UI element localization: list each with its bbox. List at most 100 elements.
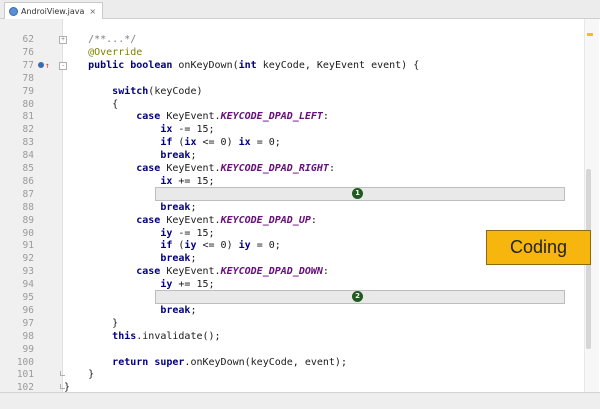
code-token: this [112,330,137,342]
code-line[interactable]: 80 { [0,98,584,111]
override-icon[interactable] [38,61,44,68]
code-token: ; [190,304,197,316]
code-token: .onKeyDown(keyCode, event); [184,356,347,368]
code-line[interactable]: 99 [0,343,584,356]
code-line[interactable]: 81 case KeyEvent.KEYCODE_DPAD_LEFT: [0,110,584,123]
code-token: ix [160,124,173,136]
code-line[interactable]: 88 break; [0,201,584,214]
line-number: 82 [22,124,34,136]
code-text: if (iy <= 0) iy = 0; [64,239,281,252]
code-token: : [322,266,329,278]
line-number: 85 [22,163,34,174]
code-line[interactable]: 83 if (ix <= 0) ix = 0; [0,136,584,149]
line-number: 89 [22,214,34,226]
code-token: ix [160,175,173,187]
code-token: KeyEvent. [160,266,221,278]
code-token: @Override [88,46,143,58]
line-number: 83 [22,137,34,149]
code-line[interactable]: 76 @Override [0,46,584,59]
code-line[interactable]: 98 this.invalidate(); [0,330,584,343]
code-token: break [160,201,191,213]
code-line[interactable]: 86 ix += 15; [0,175,584,188]
code-token: break [160,304,191,316]
code-line[interactable]: 89 case KeyEvent.KEYCODE_DPAD_UP: [0,214,584,227]
code-token: += 15; [172,279,215,291]
code-token: onKeyDown( [172,59,239,71]
code-line[interactable]: 93 case KeyEvent.KEYCODE_DPAD_DOWN: [0,265,584,278]
fold-icon[interactable]: + [59,36,67,44]
code-token: <= 0) [196,240,239,252]
code-line[interactable]: 97 } [0,317,584,330]
line-number: 98 [22,330,34,342]
line-number: 87 [22,188,34,200]
code-text: } [64,368,94,381]
code-line[interactable]: 78 [0,72,584,85]
code-token: KEYCODE_DPAD_UP [220,214,311,226]
code-text: /**...*/ [64,33,136,46]
code-text: case KeyEvent.KEYCODE_DPAD_RIGHT: [64,162,335,175]
code-text: case KeyEvent.KEYCODE_DPAD_LEFT: [64,110,329,123]
code-text: if (ix <= 0) ix = 0; [64,136,281,149]
code-text: } [64,317,118,330]
code-line[interactable]: 82 ix -= 15; [0,123,584,136]
code-token: -= 15; [172,124,215,136]
code-text: break; [64,149,196,162]
fold-icon[interactable]: - [59,61,67,70]
code-line[interactable]: 79 switch(keyCode) [0,85,584,98]
code-token: KeyEvent. [160,214,221,226]
line-number: 62 [22,34,34,45]
warning-marker[interactable] [587,33,593,36]
line-number: 77 [22,59,34,71]
code-token: KeyEvent. [160,111,221,123]
fold-end-icon [60,384,65,390]
code-token: KEYCODE_DPAD_DOWN [220,266,323,278]
code-text: ix -= 15; [64,123,215,136]
code-line[interactable]: 100 return super.onKeyDown(keyCode, even… [0,356,584,369]
code-text: ix += 15; [64,175,214,188]
line-number: 80 [22,98,34,110]
code-token: = 0; [250,240,281,252]
code-token: keyCode, KeyEvent event) { [256,59,420,71]
line-number: 79 [22,85,34,97]
code-token: : [328,163,335,174]
close-icon[interactable]: × [89,7,96,16]
coding-label: Coding [486,230,591,265]
code-token: ; [190,253,197,265]
code-token: if [160,240,173,252]
code-editor[interactable]: 62 /**...*/+76 @Override 77 public boolea… [0,19,600,393]
code-line[interactable]: 62 /**...*/ + [0,33,584,46]
code-line[interactable]: 101 } [0,368,584,381]
code-token: break [160,253,191,265]
code-token: case [136,111,161,123]
code-text: case KeyEvent.KEYCODE_DPAD_DOWN: [64,265,329,278]
code-line[interactable]: 96 break; [0,304,584,317]
code-token: iy [160,227,173,239]
override-arrow-icon: ↑ [45,60,50,70]
code-token: } [64,317,119,329]
file-tab[interactable]: AndroiView.java × [4,2,104,19]
code-token: ix [238,137,251,149]
code-token: ix [184,137,197,149]
code-line[interactable]: 85 case KeyEvent.KEYCODE_DPAD_RIGHT: [0,162,584,175]
code-line[interactable]: 77 public boolean onKeyDown(int keyCode,… [0,59,584,72]
code-token: = 0; [250,137,281,149]
line-number: 90 [22,227,34,239]
line-number: 86 [22,175,34,187]
line-number: 81 [22,111,34,123]
line-number: 99 [22,343,34,355]
code-token: iy [160,279,173,291]
code-line[interactable]: 84 break; [0,149,584,162]
